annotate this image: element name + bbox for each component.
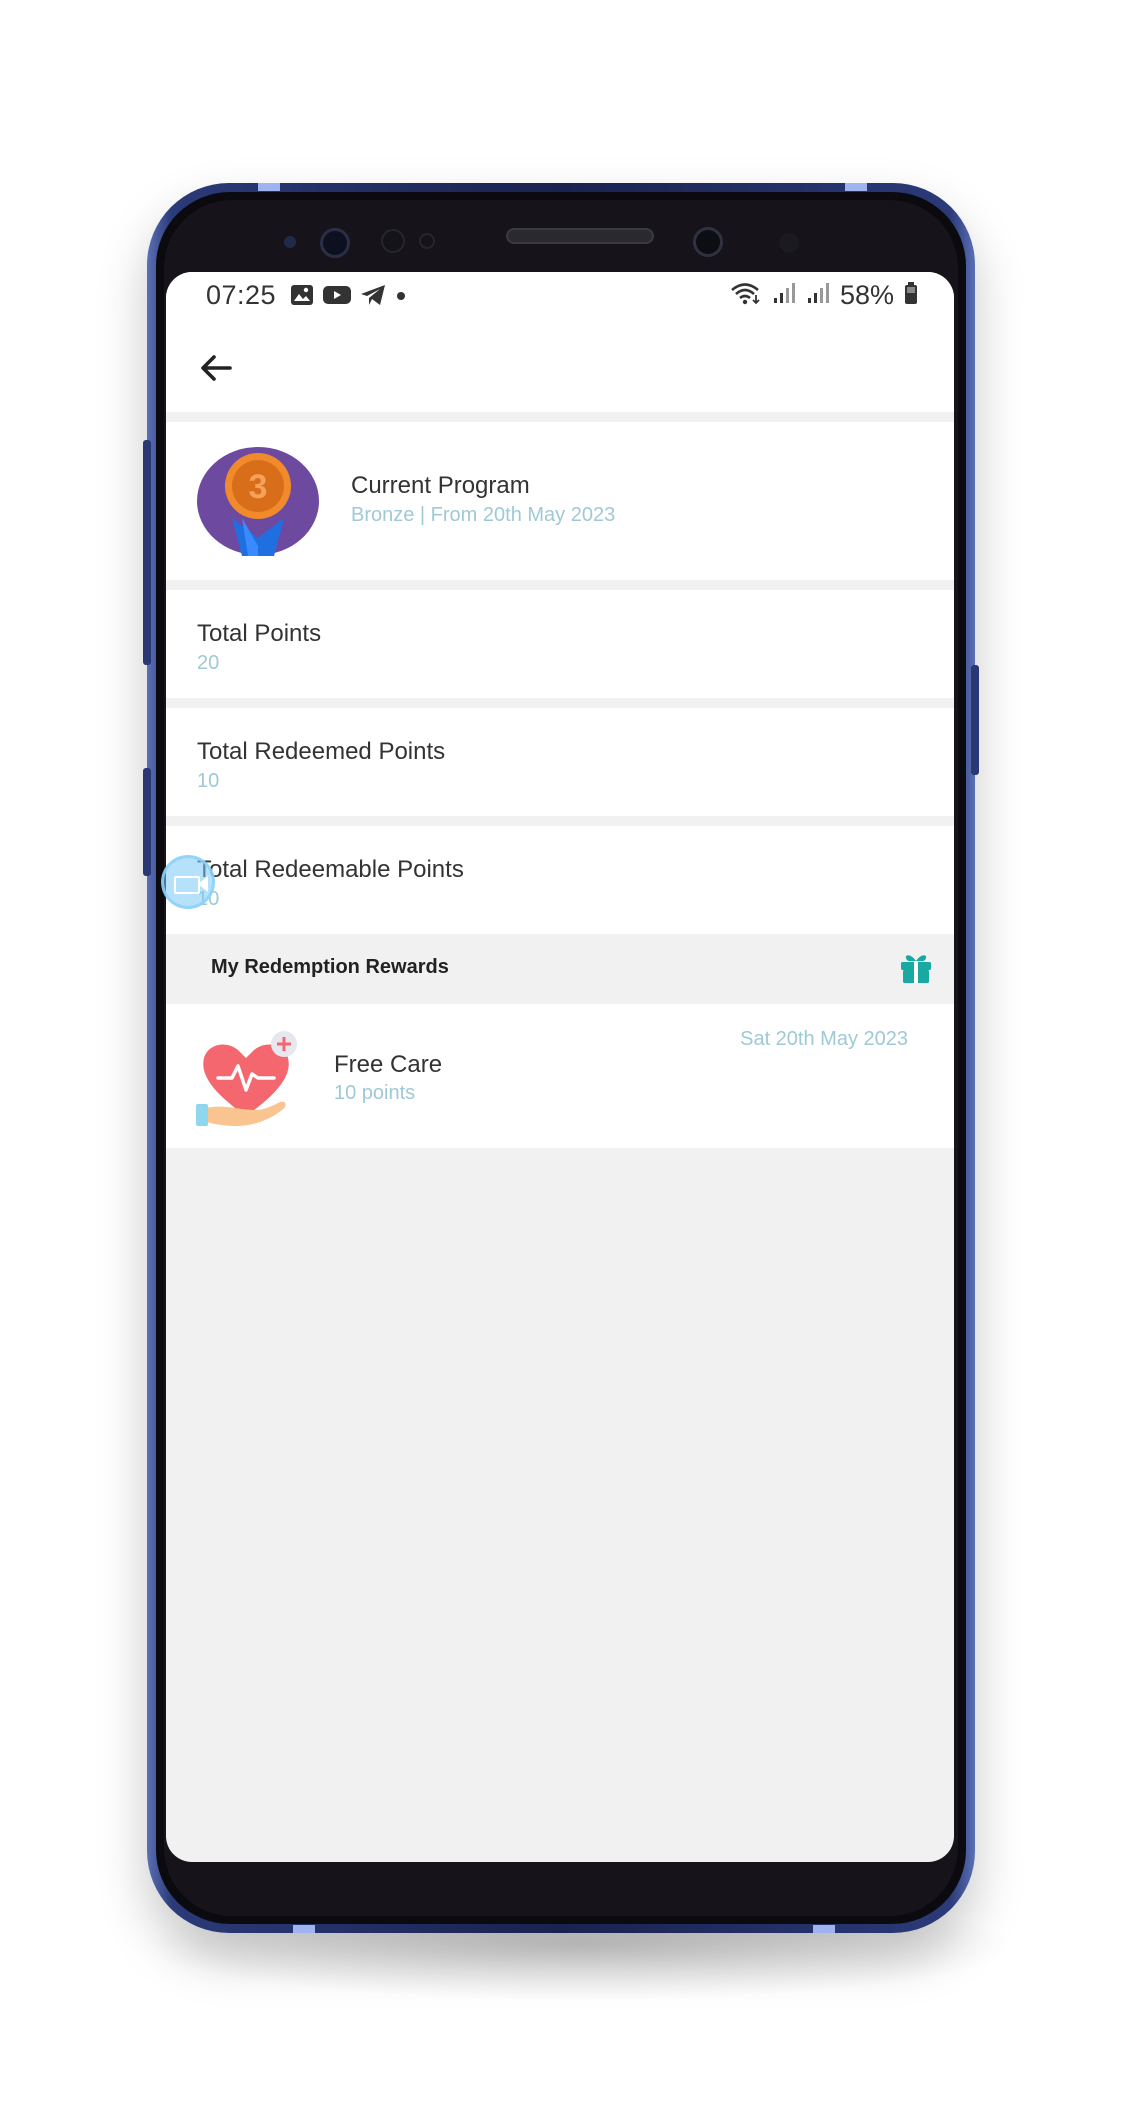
program-title: Current Program	[351, 472, 530, 499]
wifi-icon	[730, 281, 762, 310]
signal-icon	[772, 281, 796, 310]
total-redeemable-points-card: Total Redeemable Points 10	[166, 826, 954, 934]
iris-sensor	[381, 229, 405, 253]
battery-percentage: 58%	[839, 280, 894, 310]
reward-points: 10 points	[334, 1082, 416, 1104]
status-bar: 07:25 58%	[166, 272, 954, 324]
image-icon	[290, 284, 314, 311]
telegram-icon	[360, 284, 386, 311]
stat-value: 20	[197, 652, 220, 674]
volume-button	[143, 440, 151, 665]
earpiece-speaker	[506, 228, 654, 244]
stat-label: Total Points	[197, 620, 322, 647]
current-program-card: 3 Current Program Bronze | From 20th May…	[166, 422, 954, 580]
bronze-medal-icon: 3	[196, 446, 320, 556]
arrow-left-icon	[194, 355, 238, 394]
front-camera	[320, 228, 350, 258]
phone-screen: 07:25 58% 3 Current Program Bronze | Fro…	[166, 272, 954, 1862]
stat-value: 10	[197, 770, 220, 792]
battery-icon	[904, 281, 918, 310]
stat-label: Total Redeemable Points	[197, 856, 464, 883]
status-system-icons: 58%	[730, 280, 918, 311]
status-time: 07:25	[206, 280, 277, 310]
power-button	[971, 665, 979, 775]
secondary-camera	[693, 227, 723, 257]
youtube-icon	[322, 284, 352, 311]
frame-accent	[293, 1925, 315, 1933]
reward-list-item[interactable]: Free Care 10 points Sat 20th May 2023	[166, 1004, 954, 1148]
rewards-title: My Redemption Rewards	[211, 956, 449, 978]
screen-record-touch-indicator	[161, 855, 215, 909]
medal-number: 3	[249, 468, 268, 506]
iris-sensor	[419, 233, 435, 249]
total-redeemed-points-card: Total Redeemed Points 10	[166, 708, 954, 816]
frame-accent	[845, 183, 867, 191]
reward-name: Free Care	[334, 1051, 443, 1078]
program-subtitle: Bronze | From 20th May 2023	[351, 504, 616, 526]
back-button[interactable]	[194, 346, 238, 390]
rewards-section-header: My Redemption Rewards	[166, 934, 954, 1004]
frame-accent	[258, 183, 280, 191]
status-notification-icons	[290, 284, 408, 311]
proximity-sensor	[284, 236, 296, 248]
total-points-card: Total Points 20	[166, 590, 954, 698]
light-sensor	[779, 233, 799, 253]
bixby-button	[143, 768, 151, 876]
stat-label: Total Redeemed Points	[197, 738, 446, 765]
gift-icon[interactable]	[898, 949, 934, 985]
heart-care-icon	[194, 1030, 304, 1130]
frame-accent	[813, 1925, 835, 1933]
reward-date: Sat 20th May 2023	[740, 1028, 908, 1050]
app-header	[166, 324, 954, 412]
dot-icon	[394, 284, 408, 311]
signal-icon	[806, 281, 830, 310]
